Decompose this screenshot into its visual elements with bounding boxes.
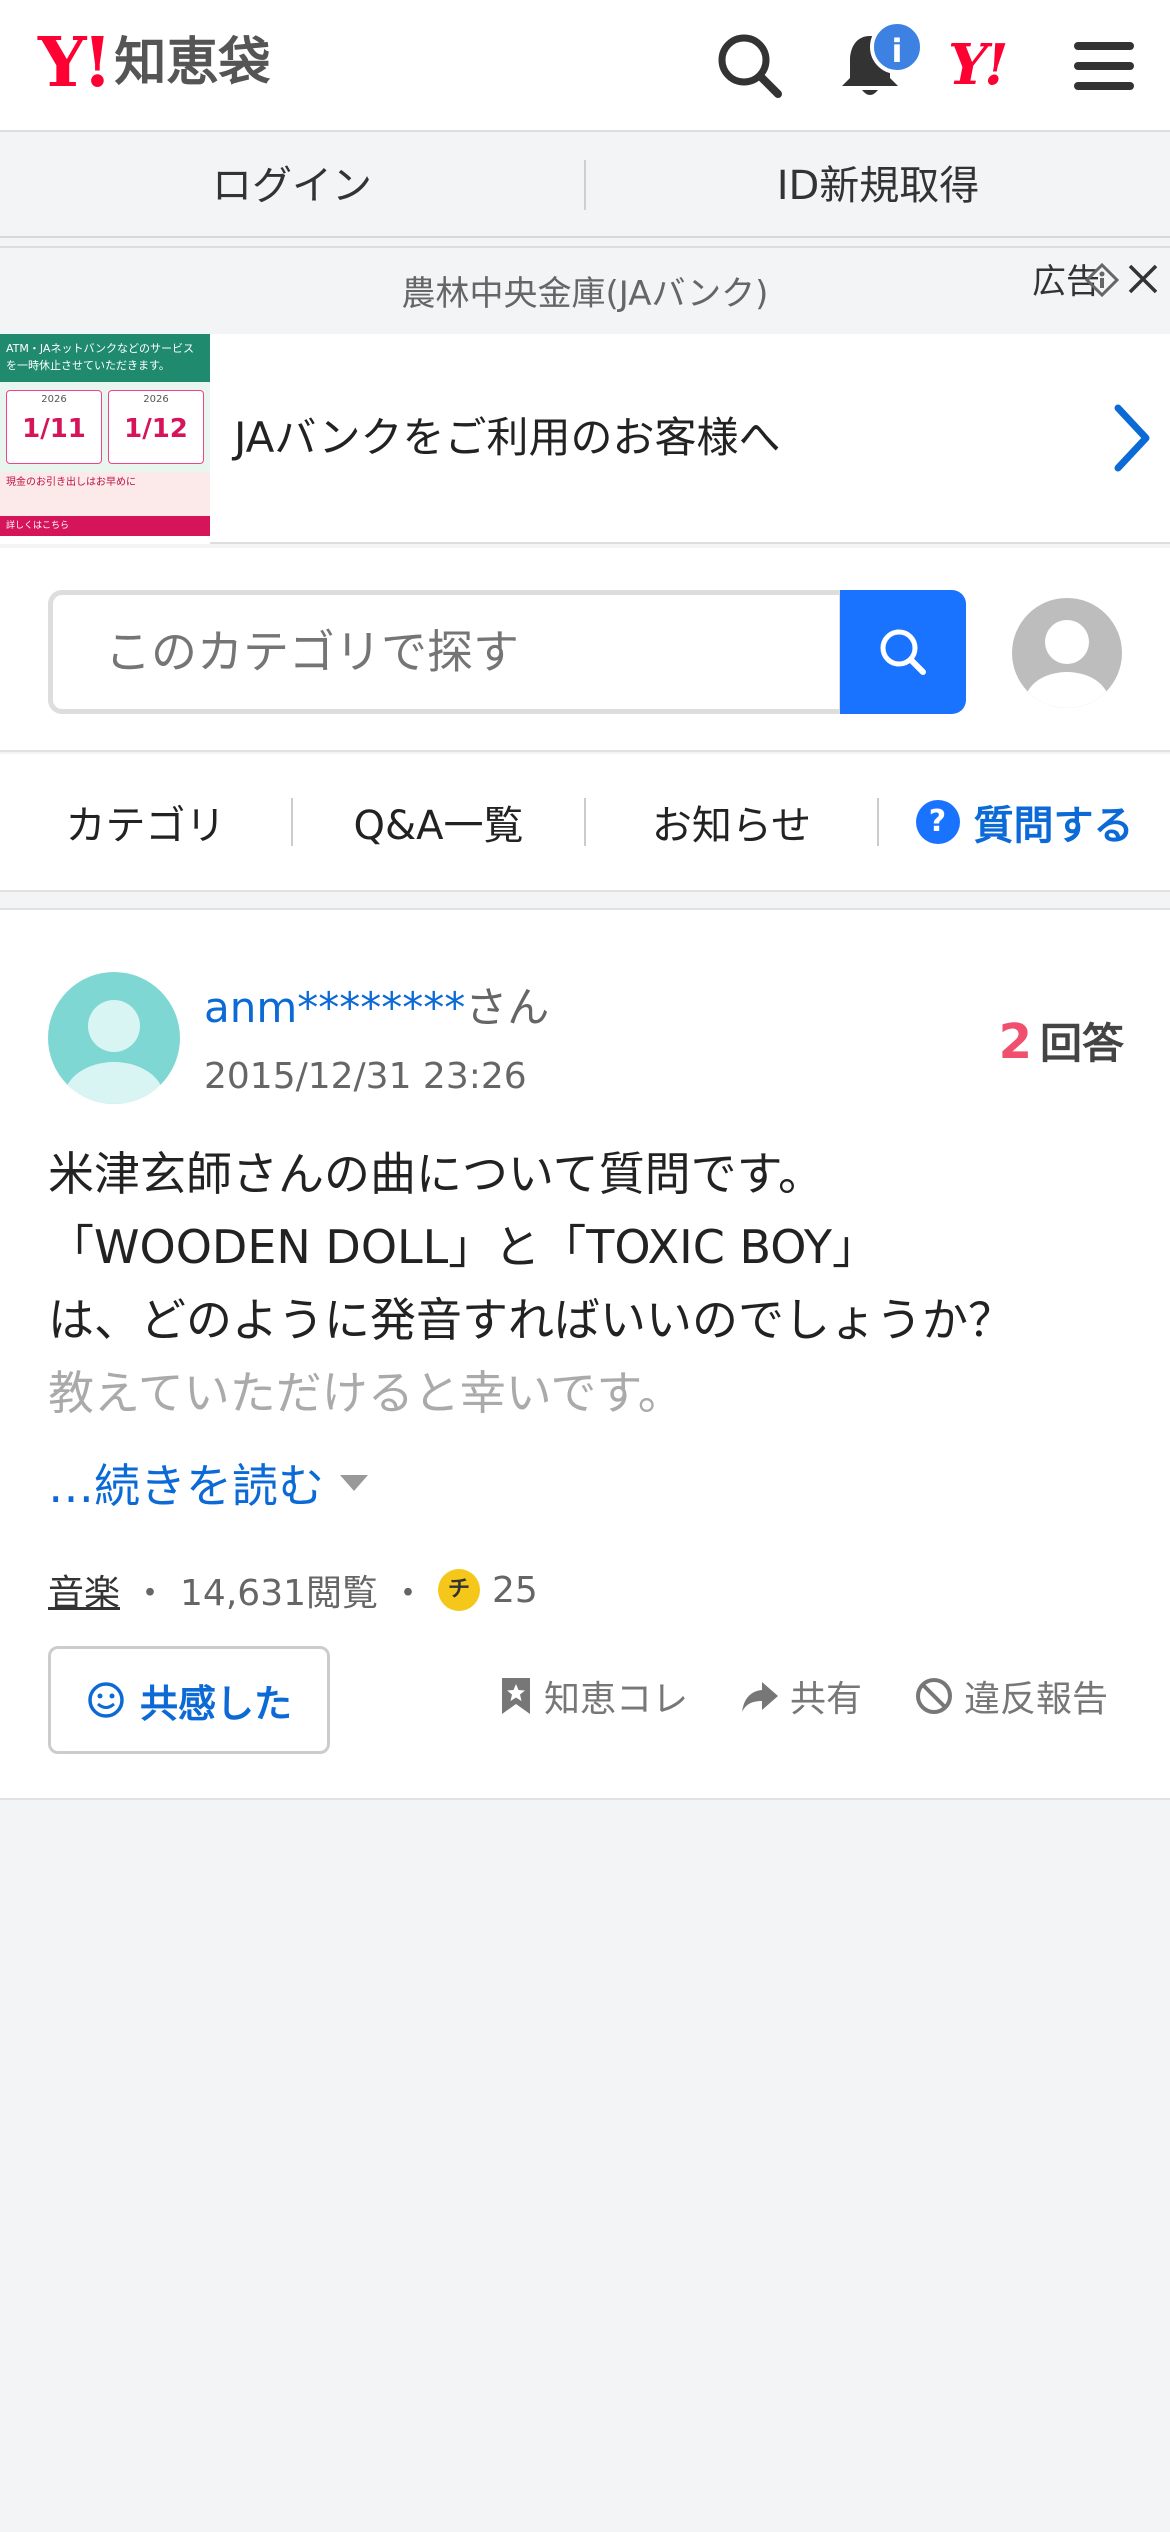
yahoo-japan-icon[interactable]: Y!: [948, 32, 1009, 98]
login-bar: ログイン ID新規取得: [0, 134, 1170, 238]
bookmark-button[interactable]: 知恵コレ: [498, 1670, 688, 1722]
yahoo-chiebukuro-logo[interactable]: Y! 知恵袋: [38, 28, 270, 98]
share-arrow-icon: [741, 1682, 778, 1712]
questioner-avatar[interactable]: [48, 972, 180, 1104]
ask-question-button[interactable]: ? 質問する: [879, 793, 1170, 851]
smile-icon: [88, 1682, 124, 1718]
chie-coin-icon: チ: [438, 1569, 481, 1611]
notification-badge: i: [870, 20, 924, 74]
ad-title[interactable]: JAバンクをご利用のお客様へ: [234, 404, 780, 465]
question-body: 米津玄師さんの曲について質問です。 「WOODEN DOLL」と「TOXIC B…: [48, 1138, 1128, 1430]
question-mark-icon: ?: [915, 800, 960, 844]
read-more-link[interactable]: …続きを読む: [48, 1450, 368, 1516]
question-line: 「WOODEN DOLL」と「TOXIC BOY」: [48, 1220, 879, 1274]
meta-separator-dot: ・: [132, 1573, 169, 1614]
empathy-button[interactable]: 共感した: [48, 1646, 330, 1754]
view-count: 14,631閲覧: [180, 1573, 378, 1614]
ad-image-date-2-text: 1/12: [124, 414, 188, 444]
ad-image-year-1: 2026: [41, 394, 67, 405]
ad-image-bottom-text: 現金のお引き出しはお早めに: [0, 472, 210, 516]
app-header: Y! 知恵袋 i Y!: [0, 0, 1170, 132]
question-actions: 知恵コレ 共有 違反報告: [498, 1670, 1108, 1722]
question-line: 教えていただけると幸いです。: [48, 1366, 684, 1420]
question-card: anm********さん 2015/12/31 23:26 2 回答 米津玄師さ…: [0, 908, 1170, 1800]
bookmark-label: 知恵コレ: [543, 1679, 688, 1720]
default-user-icon: [64, 1000, 164, 1104]
question-line: 米津玄師さんの曲について質問です。: [48, 1147, 825, 1201]
question-line: は、どのように発音すればいいのでしょうか？: [48, 1293, 1014, 1347]
questioner-suffix: さん: [465, 983, 550, 1032]
share-label: 共有: [789, 1679, 862, 1720]
chiebukuro-logo-text: 知恵袋: [114, 33, 271, 93]
answer-count-label: 回答: [1039, 1019, 1124, 1068]
ad-image-strip: 詳しくはこちら: [0, 516, 210, 536]
login-link[interactable]: ログイン: [0, 134, 584, 236]
tab-category[interactable]: カテゴリ: [0, 793, 291, 851]
question-meta: 音楽 ・ 14,631閲覧 ・ チ 25: [48, 1564, 538, 1616]
category-search-row: [0, 548, 1170, 752]
chevron-right-icon[interactable]: [1108, 400, 1156, 476]
share-button[interactable]: 共有: [740, 1670, 862, 1722]
coin-count: 25: [492, 1569, 538, 1611]
bookmark-icon: [501, 1678, 530, 1714]
search-button[interactable]: [840, 590, 966, 714]
caret-down-icon: [340, 1475, 368, 1491]
category-nav: カテゴリ Q&A一覧 お知らせ ? 質問する: [0, 754, 1170, 892]
ad-info-icon[interactable]: [1084, 262, 1120, 298]
tab-news[interactable]: お知らせ: [586, 793, 877, 851]
category-link[interactable]: 音楽: [48, 1564, 120, 1616]
tab-qa-list[interactable]: Q&A一覧: [293, 793, 584, 851]
meta-separator-dot: ・: [390, 1573, 427, 1614]
questioner-id: anm********: [204, 983, 466, 1032]
ad-header: 農林中央金庫(JAバンク) 広告: [0, 246, 1170, 334]
report-label: 違反報告: [963, 1679, 1108, 1720]
ad-banner[interactable]: ATM・JAネットバンクなどのサービスを一時休止させていただきます。 2026 …: [0, 334, 1170, 544]
empathy-label: 共感した: [139, 1681, 292, 1726]
ad-image-top-text: ATM・JAネットバンクなどのサービスを一時休止させていただきます。: [0, 334, 210, 382]
question-date: 2015/12/31 23:26: [204, 1056, 527, 1097]
ad-image-year-2: 2026: [143, 394, 169, 405]
prohibited-icon: [915, 1678, 952, 1714]
ad-sponsor[interactable]: 農林中央金庫(JAバンク): [0, 266, 1170, 315]
report-button[interactable]: 違反報告: [914, 1670, 1108, 1722]
yahoo-logo-mark: Y!: [38, 23, 112, 103]
user-avatar[interactable]: [1012, 598, 1122, 708]
questioner-name[interactable]: anm********さん: [204, 974, 549, 1035]
ad-close-icon[interactable]: [1124, 260, 1162, 298]
read-more-label: …続きを読む: [48, 1459, 324, 1513]
hamburger-menu-icon[interactable]: [1064, 26, 1144, 106]
ask-question-label: 質問する: [973, 803, 1134, 849]
answer-count-number: 2: [998, 1014, 1032, 1070]
default-user-icon: [1025, 620, 1109, 708]
ad-image-date-1: 2026 1/11: [6, 390, 102, 464]
search-button-icon: [880, 629, 926, 675]
category-search-input[interactable]: [48, 590, 844, 714]
register-id-link[interactable]: ID新規取得: [586, 134, 1170, 236]
ad-image-date-1-text: 1/11: [22, 414, 86, 444]
ad-image-date-2: 2026 1/12: [108, 390, 204, 464]
ad-image[interactable]: ATM・JAネットバンクなどのサービスを一時休止させていただきます。 2026 …: [0, 334, 210, 544]
search-icon[interactable]: [710, 26, 790, 106]
answer-count[interactable]: 2 回答: [999, 1010, 1124, 1071]
